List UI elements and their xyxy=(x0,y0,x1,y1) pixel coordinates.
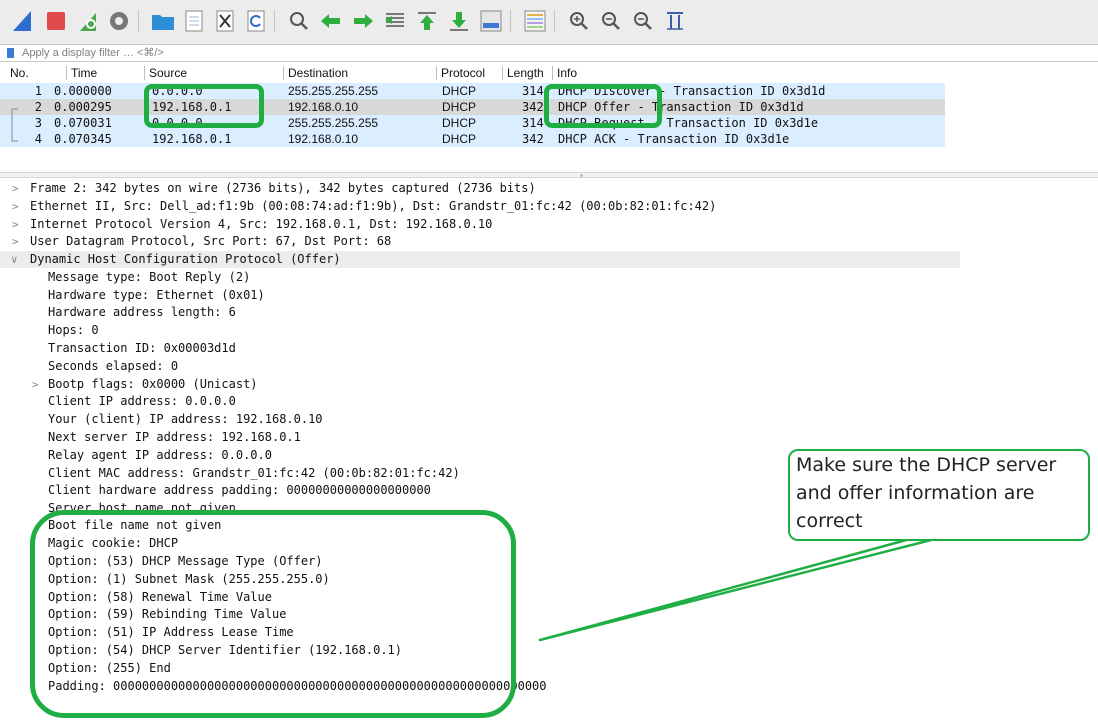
callout-pointer xyxy=(538,537,937,642)
callout-text: Make sure the DHCP server and offer info… xyxy=(796,454,1057,532)
